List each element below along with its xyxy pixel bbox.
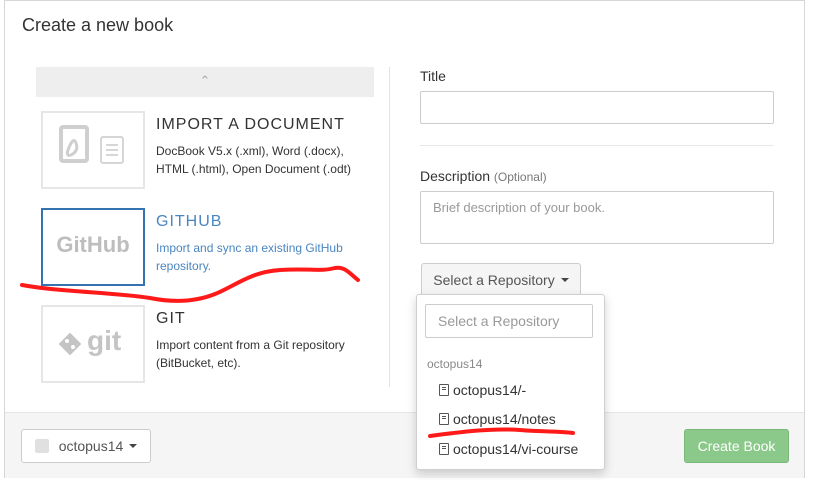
option-title: IMPORT A DOCUMENT (156, 116, 345, 133)
description-label: Description (Optional) (420, 168, 547, 184)
description-placeholder: Brief description of your book. (433, 200, 605, 215)
option-description: DocBook V5.x (.xml), Word (.docx), HTML … (156, 144, 351, 176)
option-git[interactable]: git GIT Import content from a Git reposi… (41, 305, 375, 385)
title-label: Title (420, 68, 446, 84)
book-icon (439, 384, 449, 396)
title-input[interactable] (420, 91, 774, 124)
book-icon (439, 413, 449, 425)
repository-item-label: octopus14/vi-course (453, 441, 579, 457)
user-account-dropdown[interactable]: octopus14 (21, 429, 151, 463)
description-label-text: Description (420, 168, 491, 184)
select-repository-button[interactable]: Select a Repository (421, 263, 581, 296)
github-logo: GitHub (41, 208, 145, 286)
option-github[interactable]: GitHub GITHUB Import and sync an existin… (41, 208, 375, 288)
git-logo-text: git (87, 325, 122, 356)
caret-down-icon (560, 277, 569, 282)
scroll-up-button[interactable]: ⌃ (36, 67, 374, 97)
option-import-document[interactable]: IMPORT A DOCUMENT DocBook V5.x (.xml), W… (41, 111, 375, 191)
option-description: Import and sync an existing GitHub repos… (156, 241, 343, 273)
repository-search-input[interactable]: Select a Repository (425, 304, 593, 338)
pdf-document-icon (41, 111, 145, 189)
create-book-modal: Create a new book ⌃ IMPORT A DOCUMENT Do… (4, 0, 805, 478)
option-title: GIT (156, 310, 186, 327)
form-separator (420, 145, 774, 146)
github-logo-text: GitHub (56, 232, 130, 257)
repository-item-label: octopus14/- (453, 382, 527, 398)
select-repository-label: Select a Repository (433, 271, 555, 288)
modal-footer: octopus14 Create Book (5, 412, 804, 478)
user-avatar (34, 439, 49, 453)
column-divider (389, 67, 390, 387)
repository-item[interactable]: octopus14/notes (439, 411, 556, 427)
optional-hint: (Optional) (493, 170, 547, 184)
repository-item-label: octopus14/notes (453, 411, 556, 427)
caret-down-icon (129, 444, 138, 448)
git-logo: git (41, 305, 145, 383)
repository-item[interactable]: octopus14/- (439, 382, 526, 398)
option-description: Import content from a Git repository (Bi… (156, 338, 345, 370)
book-icon (439, 443, 449, 455)
option-title: GITHUB (156, 213, 223, 230)
repository-dropdown-menu: Select a Repository octopus14 octopus14/… (416, 294, 605, 470)
user-account-label: octopus14 (58, 438, 124, 454)
modal-title: Create a new book (22, 15, 174, 35)
create-book-button[interactable]: Create Book (684, 429, 789, 463)
repository-group-label: octopus14 (427, 357, 483, 371)
description-textarea[interactable]: Brief description of your book. (420, 191, 774, 244)
repository-item[interactable]: octopus14/vi-course (439, 441, 578, 457)
